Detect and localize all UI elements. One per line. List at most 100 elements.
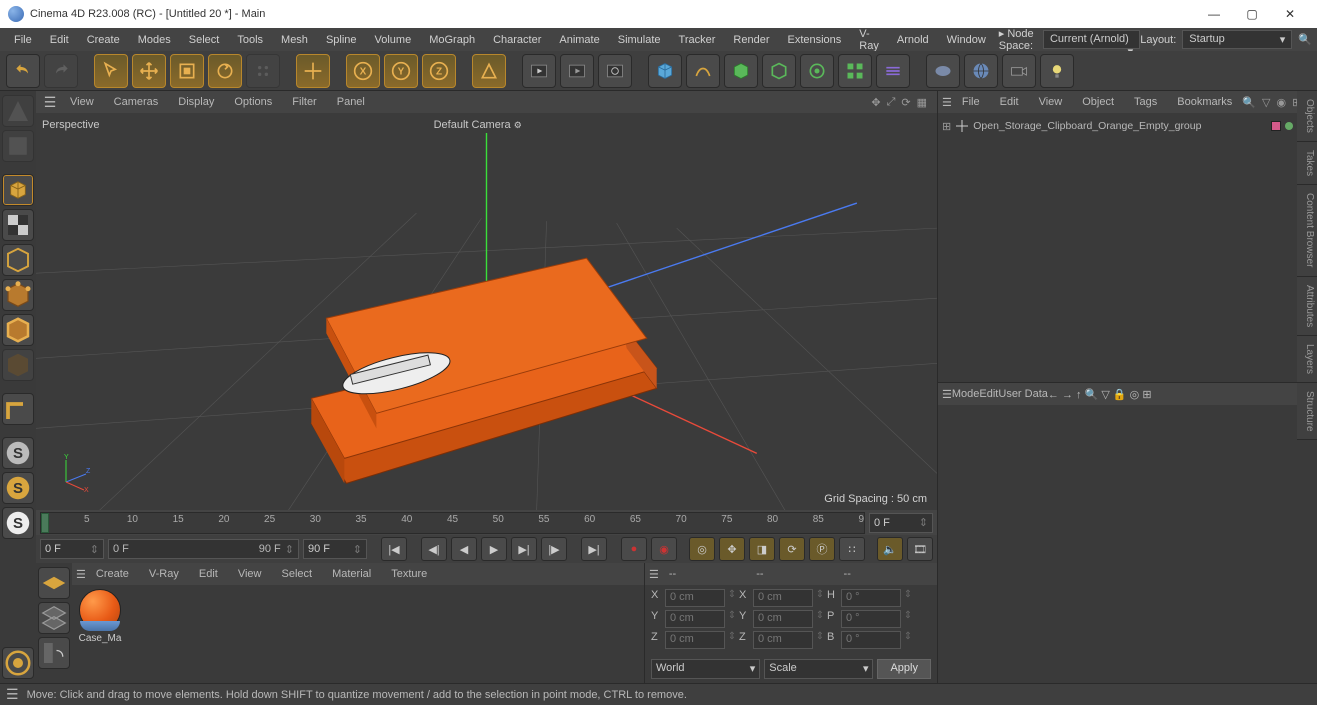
texture-mode-button[interactable] [2, 209, 34, 241]
go-start-button[interactable]: |◀ [381, 537, 407, 561]
playhead[interactable] [41, 513, 49, 533]
frame-max-field[interactable]: 90 F⇕ [303, 539, 367, 559]
coord-value-field[interactable]: 0 cm [753, 631, 813, 649]
attr-menu-edit[interactable]: Edit [979, 388, 998, 400]
tab-objects[interactable]: Objects [1297, 91, 1317, 142]
coord-value-field[interactable]: 0 cm [665, 631, 725, 649]
viewport[interactable]: Perspective Default Camera ⚙ Grid Spacin… [36, 113, 937, 510]
obj-menu-view[interactable]: View [1029, 93, 1073, 111]
coord-apply-button[interactable]: Apply [877, 659, 931, 679]
menu-simulate[interactable]: Simulate [609, 31, 670, 49]
key-param-button[interactable]: Ⓟ [809, 537, 835, 561]
mat-menu-vray[interactable]: V-Ray [139, 565, 189, 583]
attr-target-icon[interactable]: ◎ [1130, 389, 1140, 401]
snap-settings-button[interactable]: S [2, 472, 34, 504]
attr-nav-fwd-icon[interactable]: → [1062, 389, 1073, 401]
obj-menu-tags[interactable]: Tags [1124, 93, 1167, 111]
close-button[interactable]: ✕ [1271, 0, 1309, 28]
view-menu-cameras[interactable]: Cameras [104, 93, 169, 111]
camera-button[interactable] [1002, 54, 1036, 88]
mat-menu-edit[interactable]: Edit [189, 565, 228, 583]
snap-button[interactable]: S [2, 437, 34, 469]
deformer-button[interactable] [926, 54, 960, 88]
obj-menu-object[interactable]: Object [1072, 93, 1124, 111]
spline-primitive-button[interactable] [686, 54, 720, 88]
key-pos-button[interactable]: ✥ [719, 537, 745, 561]
coord-stepper-icon[interactable]: ⇕ [815, 589, 825, 607]
viewport-nav1-icon[interactable]: ✥ [871, 96, 880, 109]
attr-lock-icon[interactable]: 🔒 [1113, 389, 1127, 401]
tab-layers[interactable]: Layers [1297, 336, 1317, 383]
coord-value-field[interactable]: 0 ° [841, 610, 901, 628]
attr-up-icon[interactable]: ↑ [1076, 389, 1082, 401]
select-tool[interactable] [94, 54, 128, 88]
object-mode-button[interactable] [2, 174, 34, 206]
menu-volume[interactable]: Volume [366, 31, 421, 49]
keyframe-sel-button[interactable]: ◎ [689, 537, 715, 561]
workplane-snap-button[interactable]: S [2, 507, 34, 539]
obj-eye-icon[interactable]: ◉ [1276, 96, 1286, 109]
y-axis-button[interactable]: Y [384, 54, 418, 88]
cloner-button[interactable] [838, 54, 872, 88]
axis-tool[interactable] [296, 54, 330, 88]
attr-new-icon[interactable]: ⊞ [1142, 389, 1151, 401]
soft-select-button[interactable] [2, 647, 34, 679]
last-tool[interactable] [246, 54, 280, 88]
coord-system-button[interactable] [472, 54, 506, 88]
make-editable-button[interactable] [2, 95, 34, 127]
go-nextkey-button[interactable]: |▶ [541, 537, 567, 561]
playback-opts-button[interactable]: 🎞 [907, 537, 933, 561]
z-axis-button[interactable]: Z [422, 54, 456, 88]
field-button[interactable] [876, 54, 910, 88]
material-preview-icon[interactable] [79, 589, 121, 631]
rotate-tool[interactable] [208, 54, 242, 88]
environment-button[interactable] [964, 54, 998, 88]
mat-menu-texture[interactable]: Texture [381, 565, 437, 583]
axis-mode-button[interactable] [2, 393, 34, 425]
mat-tool1[interactable] [38, 567, 70, 599]
obj-menu-icon[interactable]: ☰ [942, 96, 952, 109]
cube-primitive-button[interactable] [648, 54, 682, 88]
menu-spline[interactable]: Spline [317, 31, 366, 49]
menu-arnold[interactable]: Arnold [888, 31, 938, 49]
model-mode-button[interactable] [2, 130, 34, 162]
menu-animate[interactable]: Animate [550, 31, 608, 49]
coord-stepper-icon[interactable]: ⇕ [727, 589, 737, 607]
subdivision-button[interactable] [762, 54, 796, 88]
menu-tracker[interactable]: Tracker [670, 31, 725, 49]
tab-attributes[interactable]: Attributes [1297, 277, 1317, 336]
key-pla-button[interactable]: ∷ [839, 537, 865, 561]
material-slot[interactable]: Case_Ma [76, 589, 124, 644]
coord-value-field[interactable]: 0 ° [841, 631, 901, 649]
tab-takes[interactable]: Takes [1297, 142, 1317, 185]
sound-button[interactable]: 🔈 [877, 537, 903, 561]
autokey-button[interactable]: ◉ [651, 537, 677, 561]
maximize-button[interactable]: ▢ [1233, 0, 1271, 28]
view-menu-view[interactable]: View [60, 93, 104, 111]
coord-stepper-icon[interactable]: ⇕ [903, 631, 913, 649]
render-view-button[interactable] [522, 54, 556, 88]
step-fwd-button[interactable]: ▶| [511, 537, 537, 561]
coord-stepper-icon[interactable]: ⇕ [903, 589, 913, 607]
coord-space-select[interactable]: World ▾ [651, 659, 760, 679]
range-start-field[interactable]: 0 F [113, 543, 129, 555]
polygon-mode-button[interactable] [2, 349, 34, 381]
key-scale-button[interactable]: ◨ [749, 537, 775, 561]
camera-settings-icon[interactable]: ⚙ [514, 120, 522, 130]
menu-character[interactable]: Character [484, 31, 550, 49]
key-rot-button[interactable]: ⟳ [779, 537, 805, 561]
coord-value-field[interactable]: 0 ° [841, 589, 901, 607]
go-end-button[interactable]: ▶| [581, 537, 607, 561]
coord-menu-icon[interactable]: ☰ [649, 568, 659, 581]
scale-tool[interactable] [170, 54, 204, 88]
tree-item-label[interactable]: Open_Storage_Clipboard_Orange_Empty_grou… [973, 120, 1201, 132]
view-menu-filter[interactable]: Filter [282, 93, 326, 111]
record-button[interactable]: ● [621, 537, 647, 561]
obj-search-icon[interactable]: 🔍 [1242, 96, 1256, 109]
status-menu-icon[interactable]: ☰ [6, 686, 19, 703]
tree-expand-icon[interactable]: ⊞ [942, 120, 951, 133]
attr-menu-mode[interactable]: Mode [952, 388, 980, 400]
attr-filter-icon[interactable]: ▽ [1101, 389, 1109, 401]
attr-search-icon[interactable]: 🔍 [1085, 389, 1099, 401]
tab-content-browser[interactable]: Content Browser [1297, 185, 1317, 276]
